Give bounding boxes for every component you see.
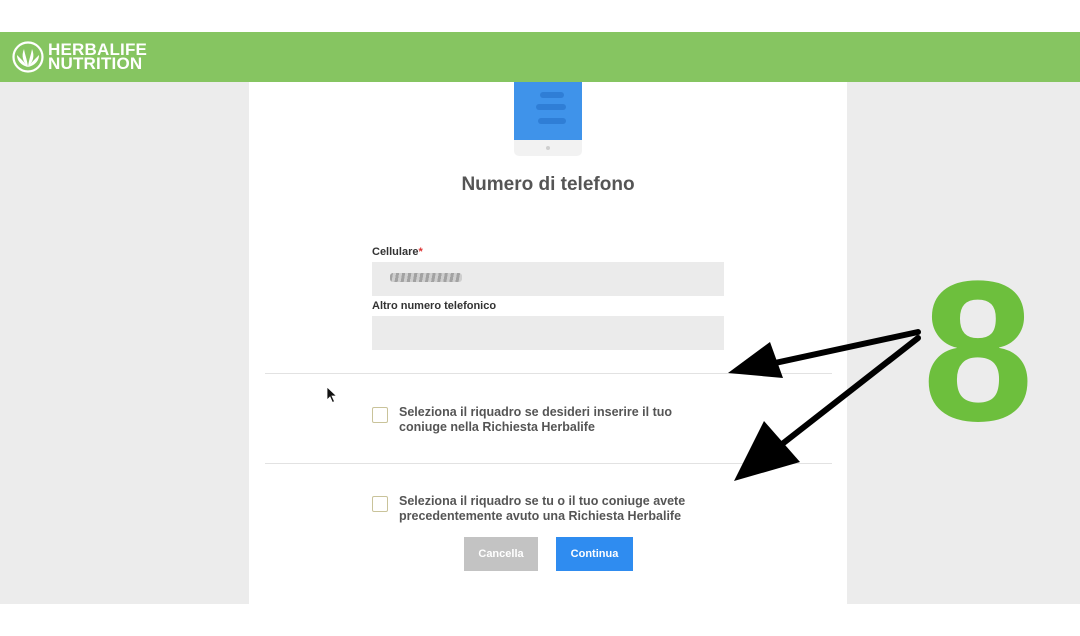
spouse-checkbox[interactable] <box>372 407 388 423</box>
previous-application-checkbox[interactable] <box>372 496 388 512</box>
page-title: Numero di telefono <box>461 174 635 195</box>
divider <box>265 373 832 374</box>
cellulare-label: Cellulare* <box>372 246 423 258</box>
form-card: Numero di telefono Cellulare* Altro nume… <box>249 82 847 604</box>
altro-numero-field[interactable] <box>372 316 724 350</box>
previous-application-checkbox-label: Seleziona il riquadro se tu o il tuo con… <box>399 494 686 523</box>
mouse-cursor-icon <box>326 386 338 404</box>
redacted-value <box>390 273 462 282</box>
cancel-button[interactable]: Cancella <box>464 537 538 571</box>
logo-line-2: NUTRITION <box>48 54 143 73</box>
continue-button[interactable]: Continua <box>556 537 633 571</box>
divider <box>265 463 832 464</box>
herbalife-logo[interactable]: HERBALIFE NUTRITION <box>12 41 147 73</box>
altro-numero-label: Altro numero telefonico <box>372 300 497 312</box>
app-header: HERBALIFE NUTRITION <box>0 32 1080 82</box>
logo-wordmark: HERBALIFE NUTRITION <box>48 41 147 73</box>
phone-illustration-icon <box>514 82 582 156</box>
cellulare-label-text: Cellulare <box>372 246 419 258</box>
herbalife-leaf-icon <box>12 41 44 73</box>
spouse-checkbox-label: Seleziona il riquadro se desideri inseri… <box>399 405 672 434</box>
annotation-number: 8 <box>922 240 1034 463</box>
cellulare-field[interactable] <box>372 262 724 296</box>
required-marker: * <box>418 246 423 258</box>
